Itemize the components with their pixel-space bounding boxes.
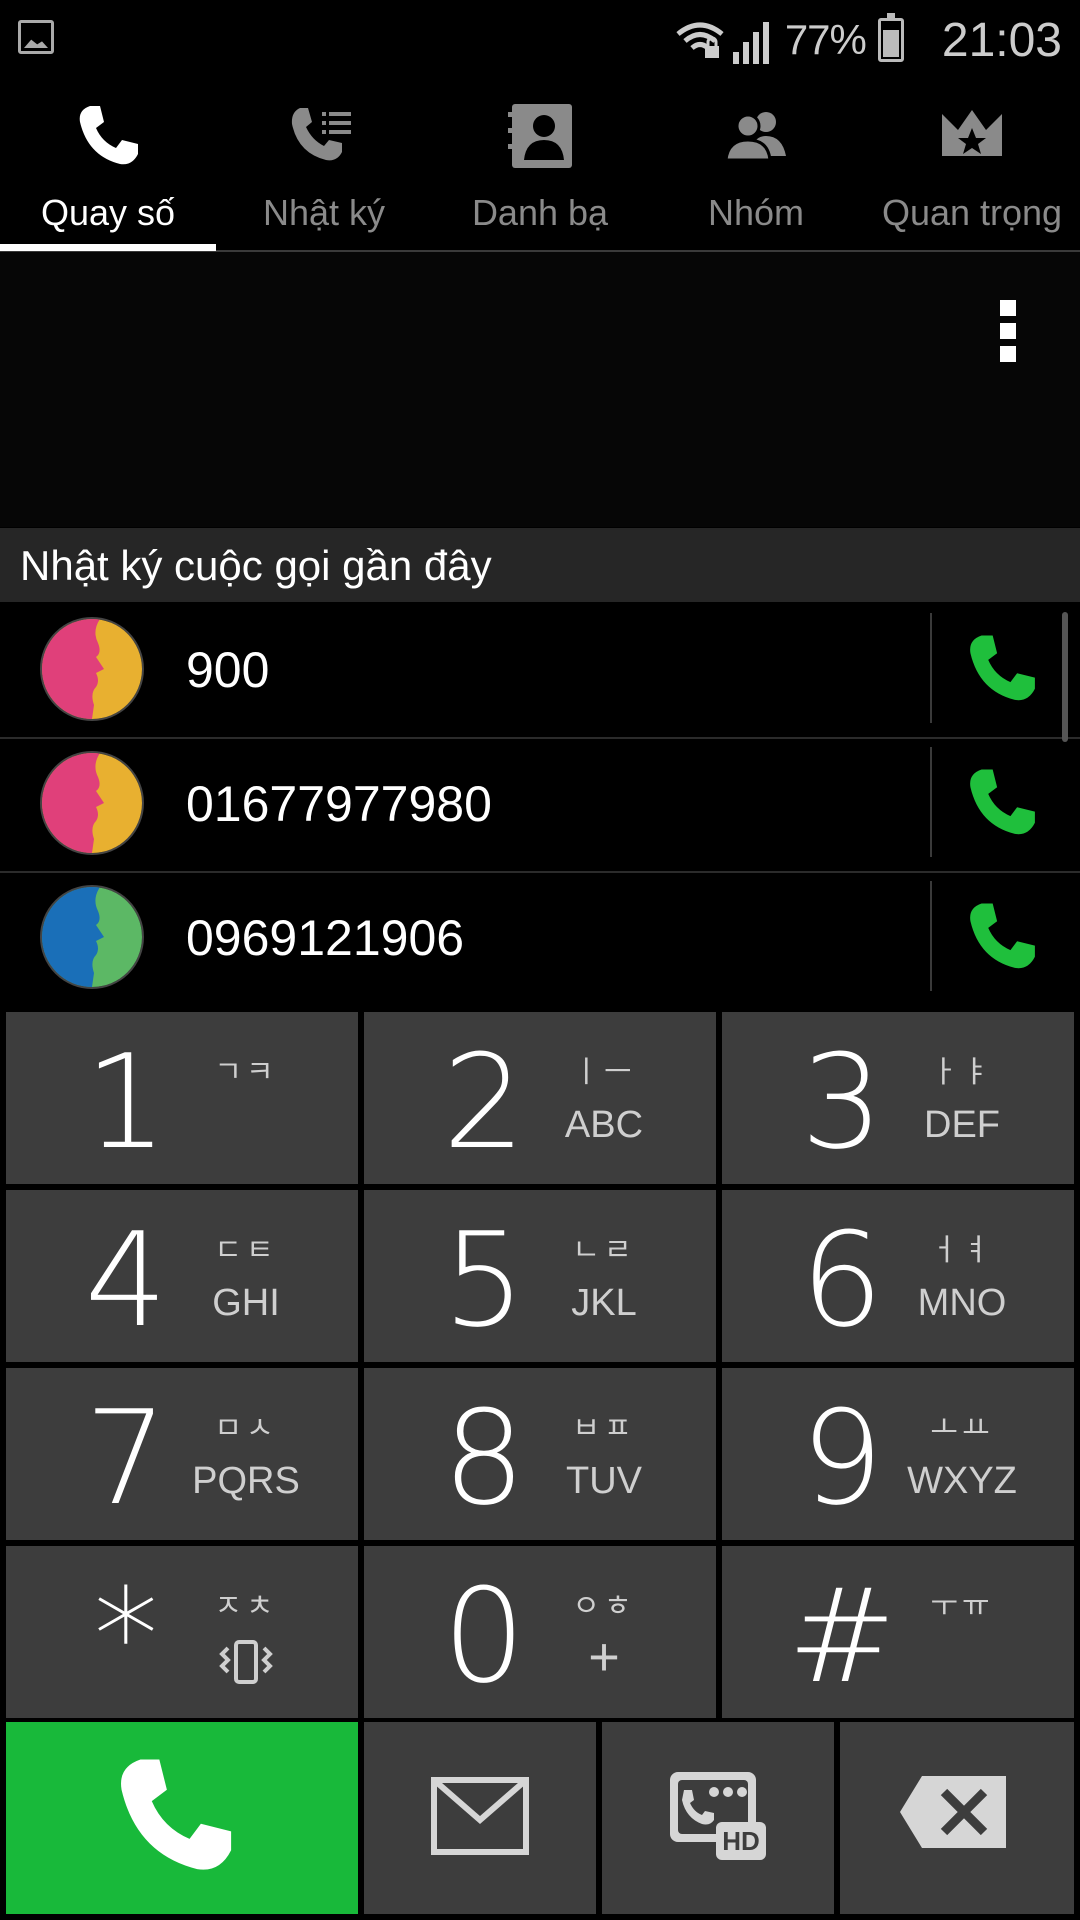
group-icon bbox=[720, 100, 792, 172]
key-hangul: ㅣㅡ bbox=[572, 1056, 636, 1089]
key-1[interactable]: 1 ㄱㅋ bbox=[6, 1012, 358, 1184]
tab-label: Nhóm bbox=[707, 192, 805, 233]
key-3[interactable]: 3 ㅏㅑ DEF bbox=[722, 1012, 1074, 1184]
call-back-icon[interactable] bbox=[966, 631, 1046, 711]
key-5[interactable]: 5 ㄴㄹ JKL bbox=[364, 1190, 716, 1362]
key-2[interactable]: 2 ㅣㅡ ABC bbox=[364, 1012, 716, 1184]
key-hangul: ㅓㅕ bbox=[930, 1234, 994, 1267]
dial-button[interactable] bbox=[6, 1722, 358, 1914]
key-letters: WXYZ bbox=[907, 1460, 1017, 1502]
key-9[interactable]: 9 ㅗㅛ WXYZ bbox=[722, 1368, 1074, 1540]
section-title: Nhật ký cuộc gọi gần đây bbox=[20, 542, 492, 589]
image-notification-icon bbox=[18, 20, 54, 54]
hd-video-call-button[interactable]: HD bbox=[602, 1722, 834, 1914]
call-back-icon[interactable] bbox=[966, 899, 1046, 979]
key-hangul: ㄴㄹ bbox=[572, 1234, 636, 1267]
key-letters: GHI bbox=[212, 1282, 280, 1324]
phone-icon bbox=[114, 1752, 250, 1888]
tab-contacts[interactable]: Danh bạ bbox=[432, 82, 648, 250]
key-hangul: ㅁㅅ bbox=[214, 1412, 278, 1445]
tab-bar: Quay số Nhật ký Danh bạ Nhóm Quan trọng bbox=[0, 82, 1080, 252]
row-divider bbox=[930, 747, 932, 857]
status-time: 21:03 bbox=[941, 13, 1062, 67]
key-hangul: ㄷㅌ bbox=[214, 1234, 278, 1267]
key-4[interactable]: 4 ㄷㅌ GHI bbox=[6, 1190, 358, 1362]
tab-label: Nhật ký bbox=[262, 192, 386, 233]
key-hangul: ㄱㅋ bbox=[214, 1056, 278, 1089]
key-hangul: ㅇㅎ bbox=[572, 1590, 636, 1623]
key-hangul: ㅏㅑ bbox=[930, 1056, 994, 1089]
list-scrollbar[interactable] bbox=[1062, 612, 1068, 742]
recent-calls-header: Nhật ký cuộc gọi gần đây bbox=[0, 528, 1080, 602]
key-hangul: ㅂㅍ bbox=[572, 1412, 636, 1445]
key-hash[interactable]: # ㅜㅠ bbox=[722, 1546, 1074, 1718]
hd-video-call-icon: HD bbox=[666, 1768, 770, 1864]
key-letters: JKL bbox=[571, 1282, 637, 1324]
key-7[interactable]: 7 ㅁㅅ PQRS bbox=[6, 1368, 358, 1540]
key-0[interactable]: 0 ㅇㅎ + bbox=[364, 1546, 716, 1718]
key-hangul: ㅈㅊ bbox=[214, 1590, 278, 1623]
tab-favorites[interactable]: Quan trọng bbox=[864, 82, 1080, 250]
active-tab-indicator bbox=[0, 244, 216, 251]
key-hangul: ㅗㅛ bbox=[930, 1412, 994, 1445]
row-divider bbox=[930, 881, 932, 991]
key-letters: DEF bbox=[924, 1104, 1000, 1146]
key-6[interactable]: 6 ㅓㅕ MNO bbox=[722, 1190, 1074, 1362]
envelope-icon bbox=[430, 1776, 530, 1856]
key-hangul: ㅜㅠ bbox=[930, 1590, 994, 1623]
tab-label: Quay số bbox=[40, 192, 176, 233]
call-number: 900 bbox=[186, 642, 270, 698]
contact-avatar bbox=[40, 885, 144, 989]
key-letters: TUV bbox=[566, 1460, 642, 1502]
call-back-icon[interactable] bbox=[966, 765, 1046, 845]
overflow-menu-button[interactable] bbox=[1000, 300, 1020, 362]
battery-icon bbox=[877, 13, 904, 62]
tab-label: Danh bạ bbox=[471, 192, 609, 233]
recent-call-row[interactable]: 01677977980 bbox=[0, 737, 1080, 873]
call-number: 0969121906 bbox=[186, 910, 465, 966]
row-divider bbox=[930, 613, 932, 723]
battery-percentage: 77% bbox=[784, 16, 867, 63]
backspace-icon bbox=[898, 1772, 1010, 1852]
wifi-icon bbox=[675, 20, 725, 60]
backspace-button[interactable] bbox=[840, 1722, 1074, 1914]
key-8[interactable]: 8 ㅂㅍ TUV bbox=[364, 1368, 716, 1540]
key-letters: ABC bbox=[564, 1104, 644, 1146]
phone-icon bbox=[72, 100, 144, 172]
contact-avatar bbox=[40, 751, 144, 855]
key-letters: PQRS bbox=[192, 1460, 300, 1502]
key-letters: MNO bbox=[917, 1282, 1007, 1324]
contacts-book-icon bbox=[504, 100, 576, 172]
recent-call-row[interactable]: 0969121906 bbox=[0, 871, 1080, 1005]
key-star[interactable]: * ㅈㅊ bbox=[6, 1546, 358, 1718]
tab-dialer[interactable]: Quay số bbox=[0, 82, 216, 251]
favorites-crown-icon bbox=[936, 100, 1008, 172]
tab-call-log[interactable]: Nhật ký bbox=[216, 82, 432, 250]
contact-avatar bbox=[40, 617, 144, 721]
tab-label: Quan trọng bbox=[881, 192, 1063, 233]
tab-groups[interactable]: Nhóm bbox=[648, 82, 864, 250]
call-log-icon bbox=[288, 100, 360, 172]
svg-text:HD: HD bbox=[722, 1826, 760, 1856]
recent-call-row[interactable]: 900 bbox=[0, 603, 1080, 739]
message-button[interactable] bbox=[364, 1722, 596, 1914]
signal-strength-icon bbox=[732, 16, 777, 64]
vibrate-icon bbox=[216, 1638, 276, 1688]
dialed-number-display[interactable] bbox=[0, 252, 1080, 527]
key-letters: + bbox=[588, 1627, 620, 1687]
call-number: 01677977980 bbox=[186, 776, 492, 832]
status-bar: 77% 21:03 bbox=[0, 0, 1080, 80]
